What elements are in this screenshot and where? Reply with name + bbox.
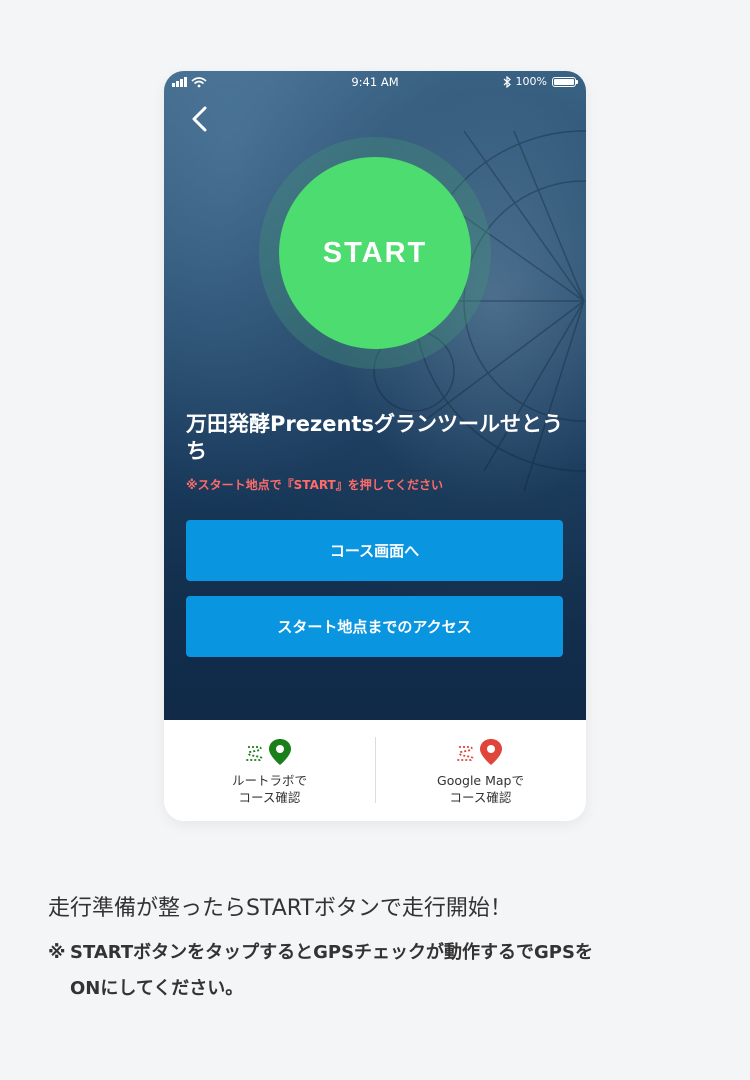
- route-pin-red-icon: [375, 737, 586, 769]
- tab-routelab-line2: コース確認: [238, 790, 301, 805]
- back-button[interactable]: [186, 103, 216, 133]
- caption-title: 走行準備が整ったらSTARTボタンで走行開始！: [48, 896, 512, 921]
- caption-note: ※ STARTボタンをタップするとGPSチェックが動作するでGPSを ONにしてく…: [48, 935, 698, 1007]
- tab-googlemap-label: Google Mapで コース確認: [375, 772, 586, 806]
- course-screen-button[interactable]: コース画面へ: [186, 520, 563, 581]
- tab-googlemap-line2: コース確認: [449, 790, 512, 805]
- chevron-left-icon: [192, 106, 207, 132]
- bluetooth-icon: [503, 75, 511, 88]
- event-title: 万田発酵Prezentsグランツールせとうち: [186, 412, 563, 463]
- tab-googlemap-line1: Google Mapで: [437, 773, 524, 788]
- battery-icon: [552, 76, 578, 87]
- status-bar: 9:41 AM 100%: [164, 71, 586, 93]
- tab-routelab-line1: ルートラボで: [231, 773, 307, 788]
- status-right: 100%: [503, 75, 578, 88]
- note-line1: STARTボタンをタップするとGPSチェックが動作するでGPSを: [70, 942, 593, 963]
- hero-background: 9:41 AM 100% START 万田発酵Prezentsグランツールせとう…: [164, 71, 586, 720]
- note-line2: ONにしてください。: [70, 978, 244, 999]
- tab-googlemap-course[interactable]: Google Mapで コース確認: [375, 720, 586, 821]
- access-to-start-button[interactable]: スタート地点までのアクセス: [186, 596, 563, 657]
- bottom-tab-bar: ルートラボで コース確認 Google Mapで コース確認: [164, 720, 586, 821]
- battery-percent: 100%: [515, 75, 547, 88]
- note-mark: ※: [48, 942, 66, 963]
- phone-screen: 9:41 AM 100% START 万田発酵Prezentsグランツールせとう…: [164, 71, 586, 821]
- tab-routelab-course[interactable]: ルートラボで コース確認: [164, 720, 375, 821]
- start-button[interactable]: START: [279, 157, 471, 349]
- start-instruction-note: ※スタート地点で『START』を押してください: [186, 478, 444, 492]
- tab-routelab-label: ルートラボで コース確認: [164, 772, 375, 806]
- route-pin-green-icon: [164, 737, 375, 769]
